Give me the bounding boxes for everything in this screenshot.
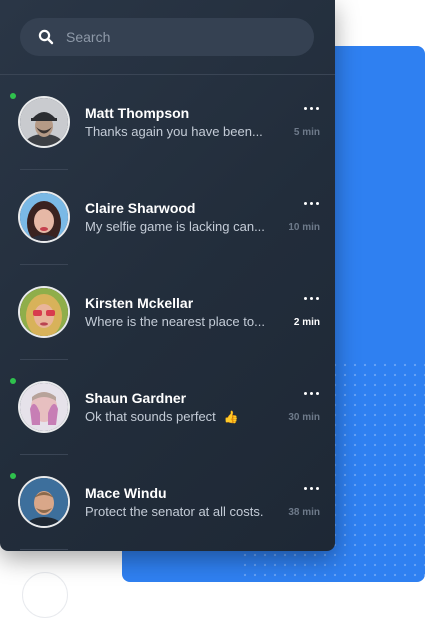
more-options-icon[interactable] [304,297,321,301]
background-avatar-outline [22,572,68,618]
search-bar[interactable] [20,18,314,56]
message-preview: Protect the senator at all costs. [85,504,264,519]
contact-name: Shaun Gardner [85,390,187,406]
contact-name: Kirsten Mckellar [85,295,194,311]
message-preview: Where is the nearest place to... [85,314,265,329]
row-divider [20,454,68,455]
online-indicator [10,93,16,99]
row-divider [20,169,68,170]
search-icon [38,29,54,45]
contact-name: Matt Thompson [85,105,190,121]
message-time: 38 min [288,507,320,518]
more-options-icon[interactable] [304,392,321,396]
avatar [20,383,68,431]
row-divider [20,549,68,550]
contact-item-claire-sharwood[interactable]: Claire Sharwood My selfie game is lackin… [0,193,335,288]
contact-item-kirsten-mckellar[interactable]: Kirsten Mckellar Where is the nearest pl… [0,288,335,383]
search-input[interactable] [66,18,296,56]
contact-item-shaun-gardner[interactable]: Shaun Gardner Ok that sounds perfect 👍 30… [0,378,335,478]
row-divider [20,359,68,360]
thumbs-up-icon: 👍 [223,410,239,424]
message-time: 5 min [293,127,320,138]
header-divider [0,74,335,75]
message-preview: My selfie game is lacking can... [85,219,265,234]
chat-list-panel: Matt Thompson Thanks again you have been… [0,0,335,551]
avatar [20,98,68,146]
avatar [20,478,68,526]
row-divider [20,264,68,265]
contact-item-matt-thompson[interactable]: Matt Thompson Thanks again you have been… [0,93,335,193]
avatar [20,193,68,241]
more-options-icon[interactable] [304,487,321,491]
message-text: Ok that sounds perfect [85,409,216,424]
more-options-icon[interactable] [304,107,321,111]
contact-name: Claire Sharwood [85,200,196,216]
more-options-icon[interactable] [304,202,321,206]
online-indicator [10,378,16,384]
contact-name: Mace Windu [85,485,167,501]
avatar [20,288,68,336]
message-time: 2 min [293,317,320,328]
message-time: 30 min [288,412,320,423]
contact-item-mace-windu[interactable]: Mace Windu Protect the senator at all co… [0,473,335,551]
online-indicator [10,473,16,479]
message-preview: Ok that sounds perfect 👍 [85,409,275,424]
message-time: 10 min [288,222,320,233]
message-preview: Thanks again you have been... [85,124,263,139]
